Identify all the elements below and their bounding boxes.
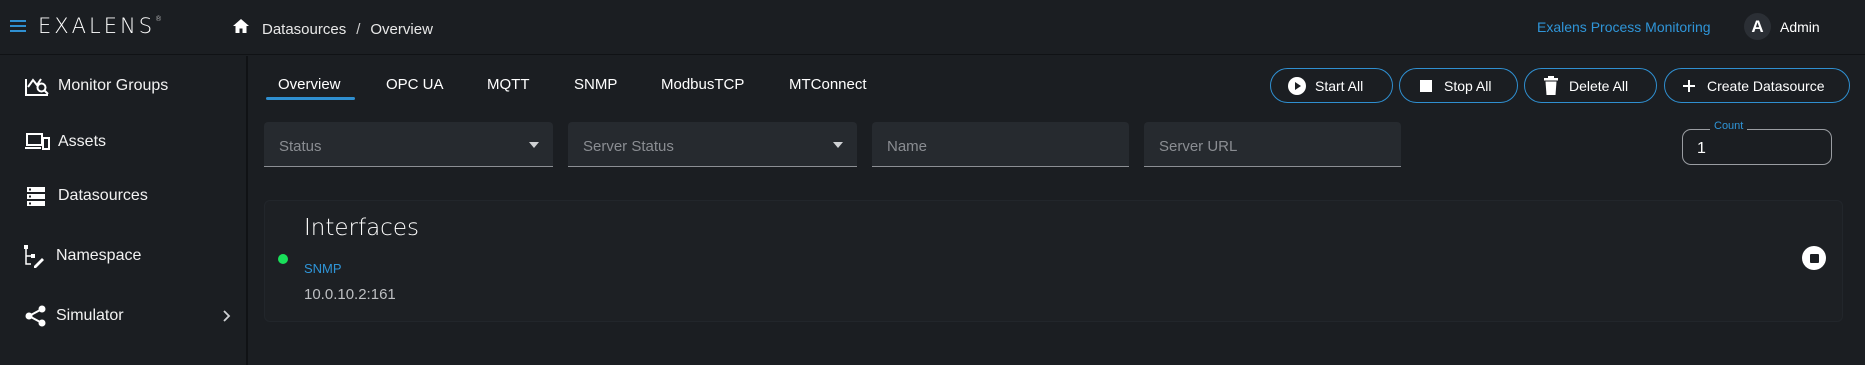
user-name[interactable]: Admin: [1780, 19, 1820, 35]
stop-icon: [1416, 76, 1436, 96]
trash-icon: [1541, 75, 1561, 96]
sidebar-item-datasources[interactable]: Datasources: [0, 176, 246, 216]
plus-icon: [1679, 76, 1699, 96]
sidebar-item-label: Monitor Groups: [58, 77, 169, 94]
stop-datasource-button[interactable]: [1802, 246, 1826, 270]
sidebar: Monitor Groups Assets Datasources Namesp…: [0, 56, 248, 365]
dropdown-arrow-icon: [833, 142, 843, 148]
sidebar-item-namespace[interactable]: Namespace: [0, 236, 246, 276]
status-indicator: [278, 254, 288, 264]
sidebar-item-monitor-groups[interactable]: Monitor Groups: [0, 66, 246, 106]
count-label: Count: [1710, 120, 1748, 132]
breadcrumb: Datasources / Overview: [262, 21, 433, 38]
active-tab-indicator: [266, 97, 355, 100]
menu-icon[interactable]: [10, 20, 26, 33]
card-title: Interfaces: [304, 215, 419, 241]
play-circle-icon: [1287, 76, 1307, 96]
sidebar-item-label: Namespace: [56, 247, 142, 264]
devices-icon: [25, 133, 50, 150]
create-datasource-button[interactable]: Create Datasource: [1664, 68, 1850, 103]
chevron-right-icon: [223, 310, 231, 322]
storage-icon: [27, 187, 45, 206]
sidebar-item-simulator[interactable]: Simulator: [0, 296, 246, 336]
share-icon: [25, 305, 46, 327]
tab-modbustcp[interactable]: ModbusTCP: [661, 76, 744, 93]
status-select[interactable]: Status: [264, 122, 553, 167]
app-name: Exalens Process Monitoring: [1537, 19, 1711, 35]
logo: EXALENS®: [38, 14, 163, 38]
stop-icon: [1809, 253, 1819, 263]
avatar[interactable]: A: [1744, 13, 1771, 40]
sidebar-item-label: Datasources: [58, 187, 148, 204]
tab-mtconnect[interactable]: MTConnect: [789, 76, 867, 93]
datasource-card: [264, 200, 1843, 322]
breadcrumb-datasources[interactable]: Datasources: [262, 21, 346, 38]
card-url: 10.0.10.2:161: [304, 286, 396, 303]
server-url-input[interactable]: Server URL: [1144, 122, 1401, 167]
tab-snmp[interactable]: SNMP: [574, 76, 617, 93]
dropdown-arrow-icon: [529, 142, 539, 148]
sidebar-item-assets[interactable]: Assets: [0, 122, 246, 162]
tab-mqtt[interactable]: MQTT: [487, 76, 530, 93]
tab-opc-ua[interactable]: OPC UA: [386, 76, 444, 93]
start-all-button[interactable]: Start All: [1270, 68, 1393, 103]
sidebar-item-label: Simulator: [56, 307, 124, 324]
delete-all-button[interactable]: Delete All: [1524, 68, 1657, 103]
tree-edit-icon: [24, 245, 44, 268]
stop-all-button[interactable]: Stop All: [1399, 68, 1518, 103]
server-status-select[interactable]: Server Status: [568, 122, 857, 167]
breadcrumb-overview: Overview: [370, 21, 433, 38]
count-value: 1: [1697, 140, 1706, 157]
monitor-groups-icon: [25, 78, 49, 96]
sidebar-item-label: Assets: [58, 133, 107, 150]
breadcrumb-separator: /: [356, 21, 361, 38]
name-input[interactable]: Name: [872, 122, 1129, 167]
card-protocol[interactable]: SNMP: [304, 261, 342, 276]
top-header: EXALENS® Datasources / Overview Exalens Pr…: [0, 0, 1865, 55]
home-icon[interactable]: [232, 18, 250, 34]
tab-overview[interactable]: Overview: [278, 76, 341, 93]
